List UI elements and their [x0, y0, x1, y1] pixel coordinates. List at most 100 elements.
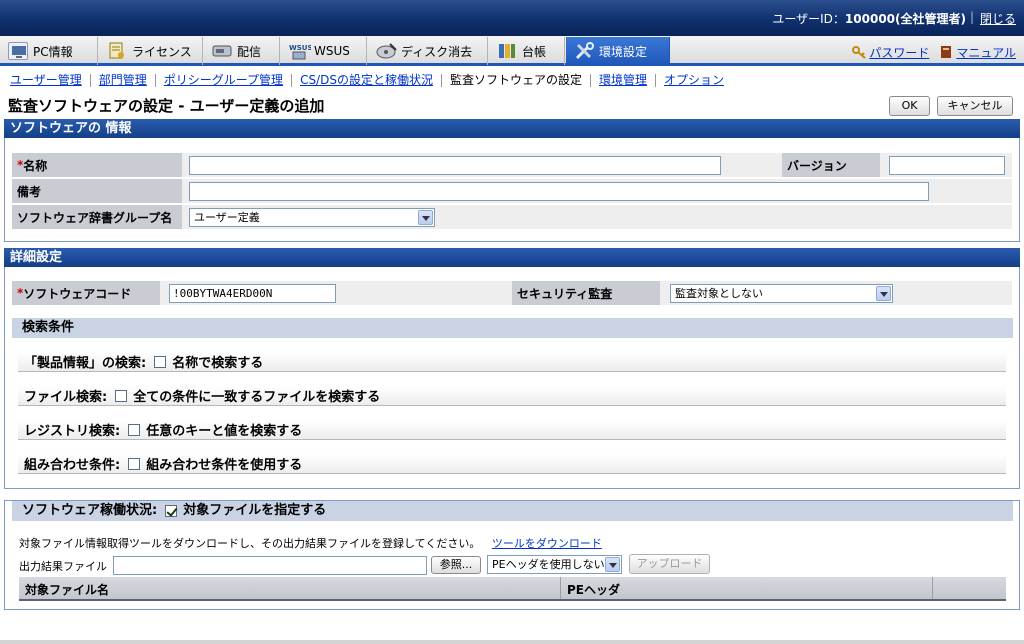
tab-label: ライセンス: [132, 44, 192, 59]
registry-search-checkbox[interactable]: [128, 423, 141, 436]
software-info-header: ソフトウェアの 情報: [4, 119, 1020, 138]
manual-link-wrap: マニュアル: [939, 44, 1016, 61]
instruction-text: 対象ファイル情報取得ツールをダウンロードし、その出力結果ファイルを登録してくださ…: [19, 537, 481, 550]
chevron-down-icon: [605, 557, 620, 572]
svg-text:WSUS: WSUS: [289, 44, 311, 52]
tab-label: 配信: [237, 44, 262, 59]
license-icon: [107, 42, 127, 60]
notes-label: 備考: [12, 179, 182, 203]
header-divider: |: [969, 10, 974, 24]
operation-status-label: ソフトウェア稼働状況:: [22, 503, 158, 518]
file-search-checkbox[interactable]: [115, 389, 128, 402]
version-input[interactable]: [889, 156, 1005, 175]
browse-button[interactable]: 参照...: [431, 556, 481, 574]
product-search-label: 「製品情報」の検索:: [24, 356, 147, 371]
user-id-label: ユーザーID：: [772, 12, 845, 26]
manual-book-icon: [939, 45, 953, 59]
tab-label: 台帳: [522, 44, 547, 59]
tab-disk-erase[interactable]: ディスク消去: [368, 37, 488, 65]
detail-settings-header: 詳細設定: [4, 248, 1020, 267]
settings-tools-icon: [574, 42, 594, 60]
bottom-edge: [0, 640, 1024, 644]
combination-row: 組み合わせ条件: 組み合わせ条件を使用する: [18, 454, 1006, 474]
subnav-item-departments: 部門管理: [91, 73, 156, 87]
name-label: * 名称: [12, 153, 182, 177]
upload-button[interactable]: アップロード: [629, 554, 710, 574]
column-divider: [560, 577, 561, 599]
cancel-button[interactable]: キャンセル: [937, 96, 1013, 116]
tab-label: 環境設定: [599, 44, 648, 59]
tab-environment-settings[interactable]: 環境設定: [566, 37, 670, 65]
tab-label: ディスク消去: [401, 44, 473, 59]
registry-search-row: レジストリ検索: 任意のキーと値を検索する: [18, 420, 1006, 440]
product-search-option-label: 名称で検索する: [172, 356, 264, 371]
tab-label: WSUS: [314, 44, 350, 58]
tab-wsus[interactable]: WSUS WSUS: [281, 37, 367, 65]
chevron-down-icon: [418, 210, 433, 225]
pe-header-select-value: PEヘッダを使用しない: [492, 558, 605, 571]
column-divider: [932, 577, 933, 599]
combination-option-label: 組み合わせ条件を使用する: [146, 458, 303, 473]
file-search-row: ファイル検索: 全ての条件に一致するファイルを検索する: [18, 386, 1006, 406]
subnav-link-departments[interactable]: 部門管理: [99, 73, 147, 87]
sub-navigation: ユーザー管理 部門管理 ポリシーグループ管理 CS/DSの設定と稼働状況 監査ソ…: [0, 69, 1024, 91]
top-utility-links: パスワード マニュアル: [852, 44, 1016, 61]
tab-distribution[interactable]: 配信: [204, 37, 280, 65]
manual-link[interactable]: マニュアル: [956, 46, 1016, 60]
operation-target-option-label: 対象ファイルを指定する: [183, 503, 327, 518]
disk-erase-icon: [376, 42, 397, 60]
ok-button[interactable]: OK: [889, 96, 930, 116]
software-code-label-text: ソフトウェアコード: [23, 286, 132, 301]
subnav-link-options[interactable]: オプション: [664, 73, 724, 87]
top-banner: ユーザーID：100000(全社管理者) | 閉じる: [0, 0, 1024, 36]
security-audit-value: 監査対象としない: [675, 287, 763, 300]
user-id-display: ユーザーID：100000(全社管理者): [772, 10, 966, 27]
notes-input[interactable]: [189, 182, 929, 201]
dict-group-select[interactable]: ユーザー定義: [189, 208, 435, 227]
product-search-row: 「製品情報」の検索: 名称で検索する: [18, 352, 1006, 372]
target-file-table-header: 対象ファイル名 PEヘッダ: [19, 577, 1006, 601]
user-id-value: 100000(全社管理者): [844, 12, 966, 26]
chevron-down-icon: [876, 286, 891, 301]
combination-checkbox[interactable]: [128, 457, 141, 470]
subnav-link-users[interactable]: ユーザー管理: [10, 73, 82, 87]
software-code-label: * ソフトウェアコード: [12, 281, 160, 305]
instruction-line: 対象ファイル情報取得ツールをダウンロードし、その出力結果ファイルを登録してくださ…: [19, 535, 602, 551]
subnav-current-label: 監査ソフトウェアの設定: [449, 72, 582, 87]
operation-status-header: ソフトウェア稼働状況: 対象ファイルを指定する: [12, 501, 1013, 521]
pc-icon: [8, 42, 28, 60]
subnav-link-environment[interactable]: 環境管理: [599, 73, 647, 87]
tab-ledger[interactable]: 台帳: [489, 37, 565, 65]
password-link[interactable]: パスワード: [869, 46, 929, 60]
registry-search-label: レジストリ検索:: [24, 424, 121, 439]
column-pe-header: PEヘッダ: [567, 583, 620, 597]
name-label-text: 名称: [23, 158, 48, 173]
close-link[interactable]: 閉じる: [980, 10, 1016, 27]
operation-target-checkbox[interactable]: [165, 505, 178, 517]
main-tab-bar: PC情報 ライセンス 配信 WSUS WSUS ディスク消去 台帳 環境設定 パ…: [0, 36, 1024, 66]
product-search-checkbox[interactable]: [154, 355, 167, 368]
distribution-icon: [212, 42, 232, 60]
dict-group-label: ソフトウェア辞書グループ名: [12, 205, 182, 229]
subnav-item-policy-groups: ポリシーグループ管理: [156, 73, 293, 87]
name-input[interactable]: [189, 156, 721, 175]
dict-group-value: ユーザー定義: [194, 211, 260, 224]
subnav-item-cs-ds: CS/DSの設定と稼働状況: [292, 73, 442, 87]
tab-pc-info[interactable]: PC情報: [0, 37, 98, 65]
output-file-input[interactable]: [113, 556, 427, 575]
software-code-input[interactable]: !00BYTWA4ERD00N: [169, 284, 336, 303]
key-icon: [852, 45, 866, 59]
tab-license[interactable]: ライセンス: [99, 37, 203, 65]
subnav-item-environment: 環境管理: [591, 73, 656, 87]
subnav-link-cs-ds[interactable]: CS/DSの設定と稼働状況: [300, 73, 433, 87]
subnav-item-users: ユーザー管理: [10, 73, 91, 87]
tab-label: PC情報: [33, 44, 73, 59]
security-audit-label: セキュリティ監査: [512, 281, 660, 305]
search-conditions-header: 検索条件: [12, 318, 1013, 338]
version-label: バージョン: [782, 153, 880, 177]
security-audit-select[interactable]: 監査対象としない: [670, 284, 893, 303]
output-file-label: 出力結果ファイル: [19, 560, 107, 573]
download-tool-link[interactable]: ツールをダウンロード: [492, 537, 602, 550]
subnav-link-policy-groups[interactable]: ポリシーグループ管理: [164, 73, 283, 87]
pe-header-select[interactable]: PEヘッダを使用しない: [487, 555, 622, 574]
